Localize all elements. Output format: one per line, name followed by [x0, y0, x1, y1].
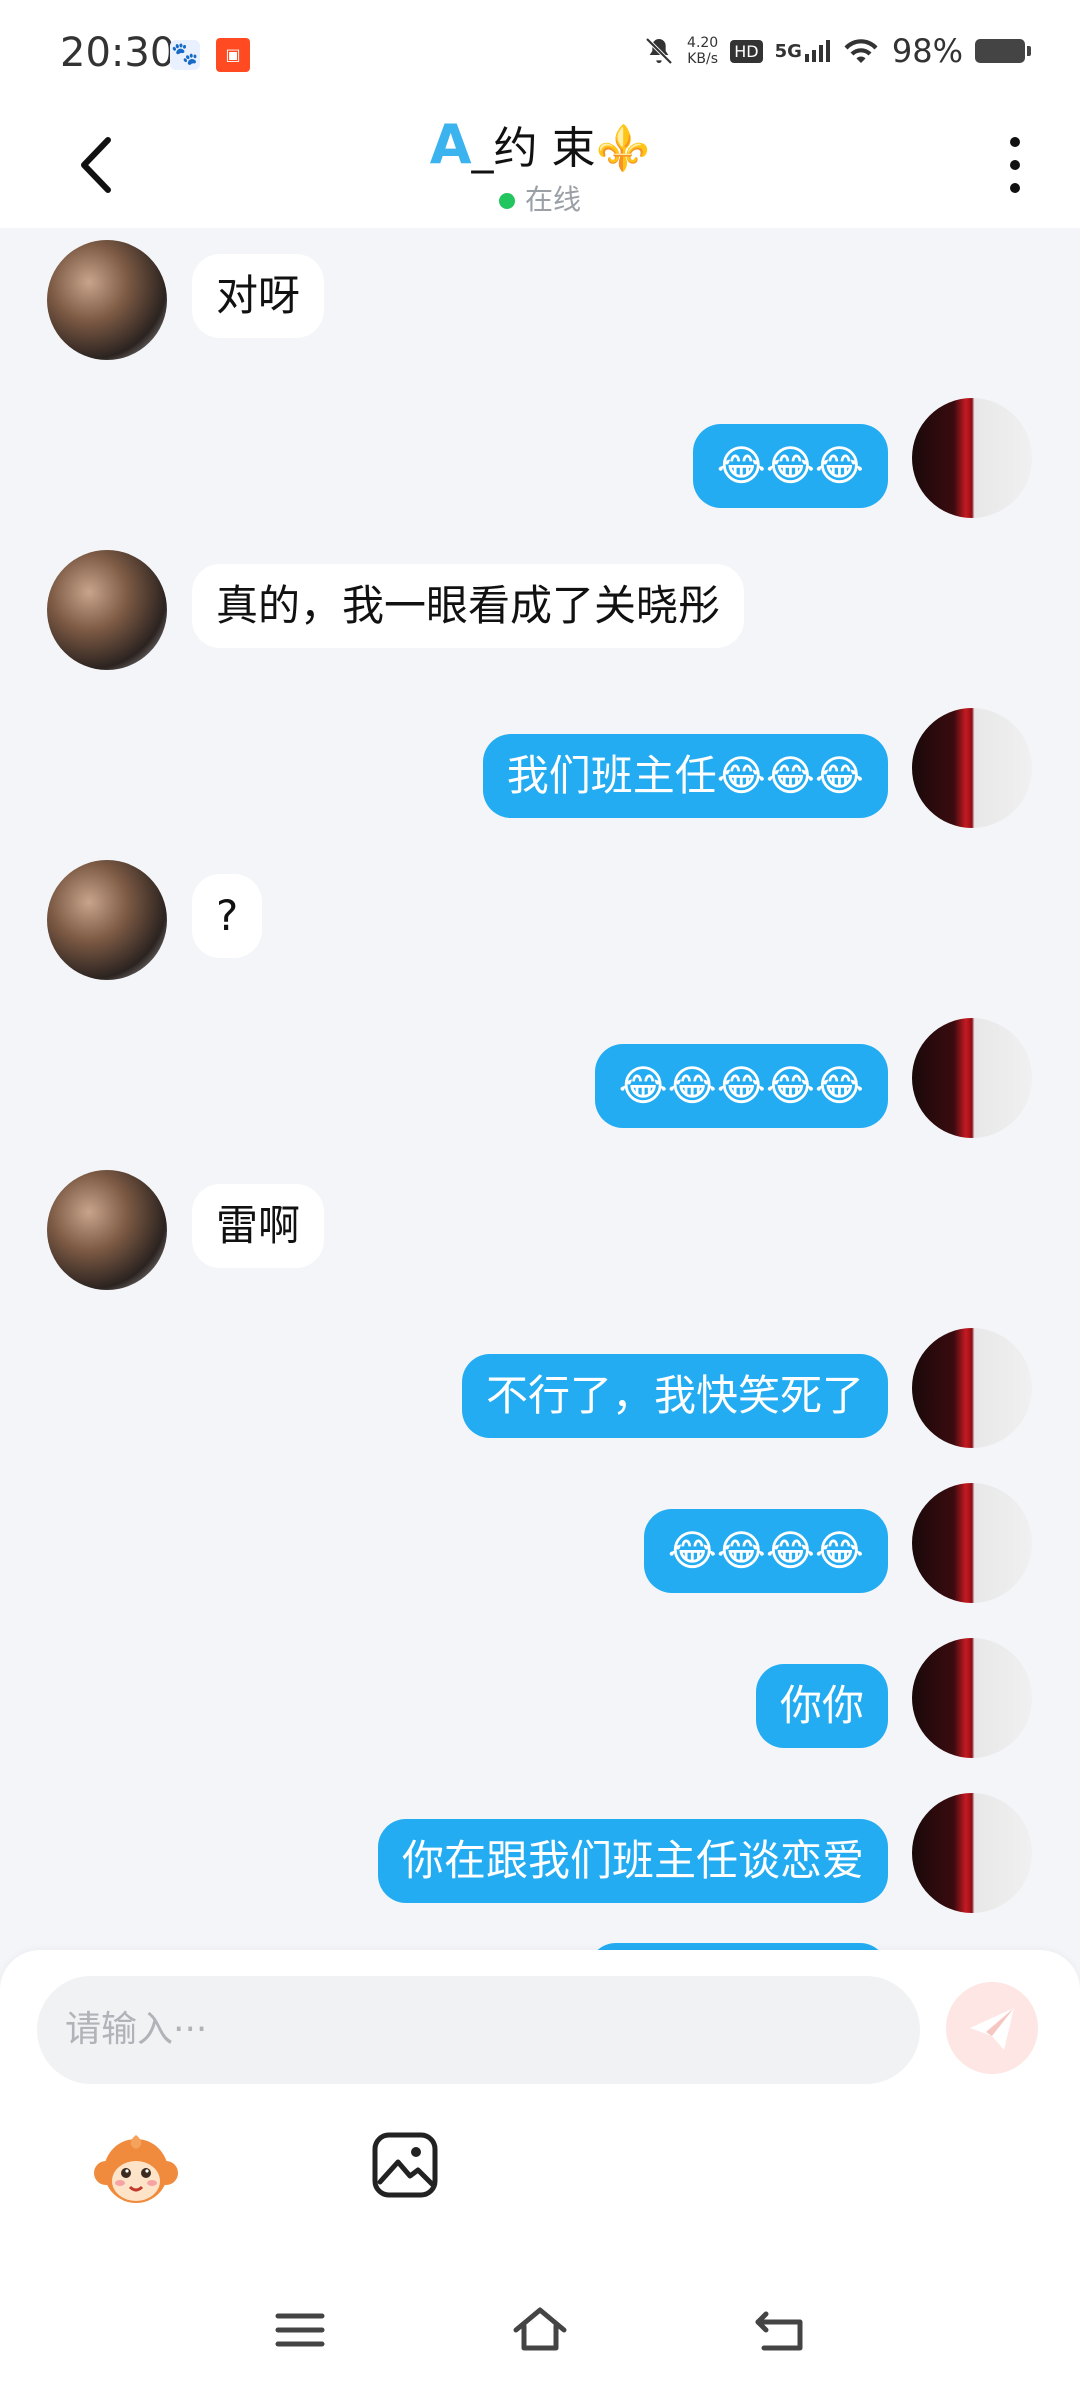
menu-icon[interactable] — [270, 2300, 330, 2360]
signal-bars-icon — [804, 40, 830, 62]
image-icon — [372, 2132, 438, 2198]
monkey-sticker-icon — [94, 2135, 178, 2203]
user-avatar[interactable] — [912, 1328, 1032, 1448]
back-icon[interactable] — [750, 2300, 810, 2360]
send-button[interactable] — [946, 1982, 1038, 2074]
message-bubble[interactable]: ? — [192, 874, 263, 958]
more-vertical-icon[interactable] — [1000, 130, 1030, 200]
message-bubble[interactable]: 😂😂😂 — [692, 424, 888, 508]
system-nav-bar — [0, 2270, 1080, 2388]
message-list[interactable]: 对呀 😂😂😂 真的，我一眼看成了关晓彤 我们班主任😂😂😂 ? 😂😂😂😂😂 雷啊 … — [0, 228, 1080, 1950]
chat-title-block: A_约 束⚜️ 在线 — [0, 110, 1080, 218]
fleur-de-lis-icon: ⚜️ — [595, 123, 651, 174]
sticker-button[interactable] — [92, 2127, 180, 2215]
battery-icon — [975, 39, 1031, 63]
message-bubble[interactable]: 😂😂😂😂😂 — [594, 1044, 888, 1128]
chat-title: A_约 束⚜️ — [0, 112, 1080, 176]
online-status: 在线 — [0, 178, 1080, 218]
message-bubble[interactable]: 不行了，我快笑死了 — [461, 1354, 888, 1438]
home-icon[interactable] — [510, 2300, 570, 2360]
contact-avatar[interactable] — [47, 1170, 167, 1290]
network-type: 5G — [774, 41, 802, 62]
message-bubble[interactable]: 我们班主任😂😂😂 — [482, 734, 888, 818]
paper-plane-icon — [970, 2008, 1014, 2050]
online-status-label: 在线 — [524, 183, 581, 216]
status-time: 20:30 — [60, 30, 176, 76]
message-bubble[interactable]: 真的，我一眼看成了关晓彤 — [192, 564, 745, 648]
cellular-signal: 5G — [775, 40, 830, 62]
message-bubble[interactable]: 雷啊 — [192, 1184, 325, 1268]
message-bubble[interactable]: 对呀 — [192, 254, 325, 338]
network-speed: 4.20 KB/s — [687, 35, 718, 67]
user-avatar[interactable] — [912, 1793, 1032, 1913]
message-input[interactable]: 请输入··· — [37, 1976, 920, 2084]
network-speed-value: 4.20 — [687, 35, 719, 51]
status-icons: 4.20 KB/s HD 5G 98% — [643, 32, 1031, 70]
message-bubble[interactable]: 你你 — [755, 1664, 888, 1748]
user-avatar[interactable] — [912, 1018, 1032, 1138]
user-avatar[interactable] — [912, 398, 1032, 518]
hd-badge: HD — [730, 39, 763, 63]
chat-title-letter: A — [429, 113, 472, 176]
contact-avatar[interactable] — [47, 860, 167, 980]
network-speed-unit: KB/s — [687, 51, 719, 67]
shopping-app-icon: ▣ — [216, 38, 250, 72]
user-avatar[interactable] — [912, 1483, 1032, 1603]
contact-avatar[interactable] — [47, 550, 167, 670]
wifi-icon — [844, 39, 878, 63]
user-avatar[interactable] — [912, 1638, 1032, 1758]
message-bubble-partial[interactable] — [588, 1943, 888, 1950]
chat-header: A_约 束⚜️ 在线 — [0, 110, 1080, 228]
battery-percent: 98% — [891, 32, 963, 70]
image-button[interactable] — [370, 2130, 440, 2200]
baidu-app-icon: 🐾 — [170, 40, 200, 70]
online-dot — [498, 193, 515, 209]
message-bubble[interactable]: 😂😂😂😂 — [643, 1509, 888, 1593]
user-avatar[interactable] — [912, 708, 1032, 828]
mute-bell-icon — [645, 37, 673, 65]
status-bar: 20:30 🐾 ▣ 4.20 KB/s HD 5G 98% — [0, 0, 1080, 110]
message-bubble[interactable]: 你在跟我们班主任谈恋爱 — [377, 1819, 888, 1903]
chat-title-text: _约 束 — [471, 123, 596, 174]
contact-avatar[interactable] — [47, 240, 167, 360]
